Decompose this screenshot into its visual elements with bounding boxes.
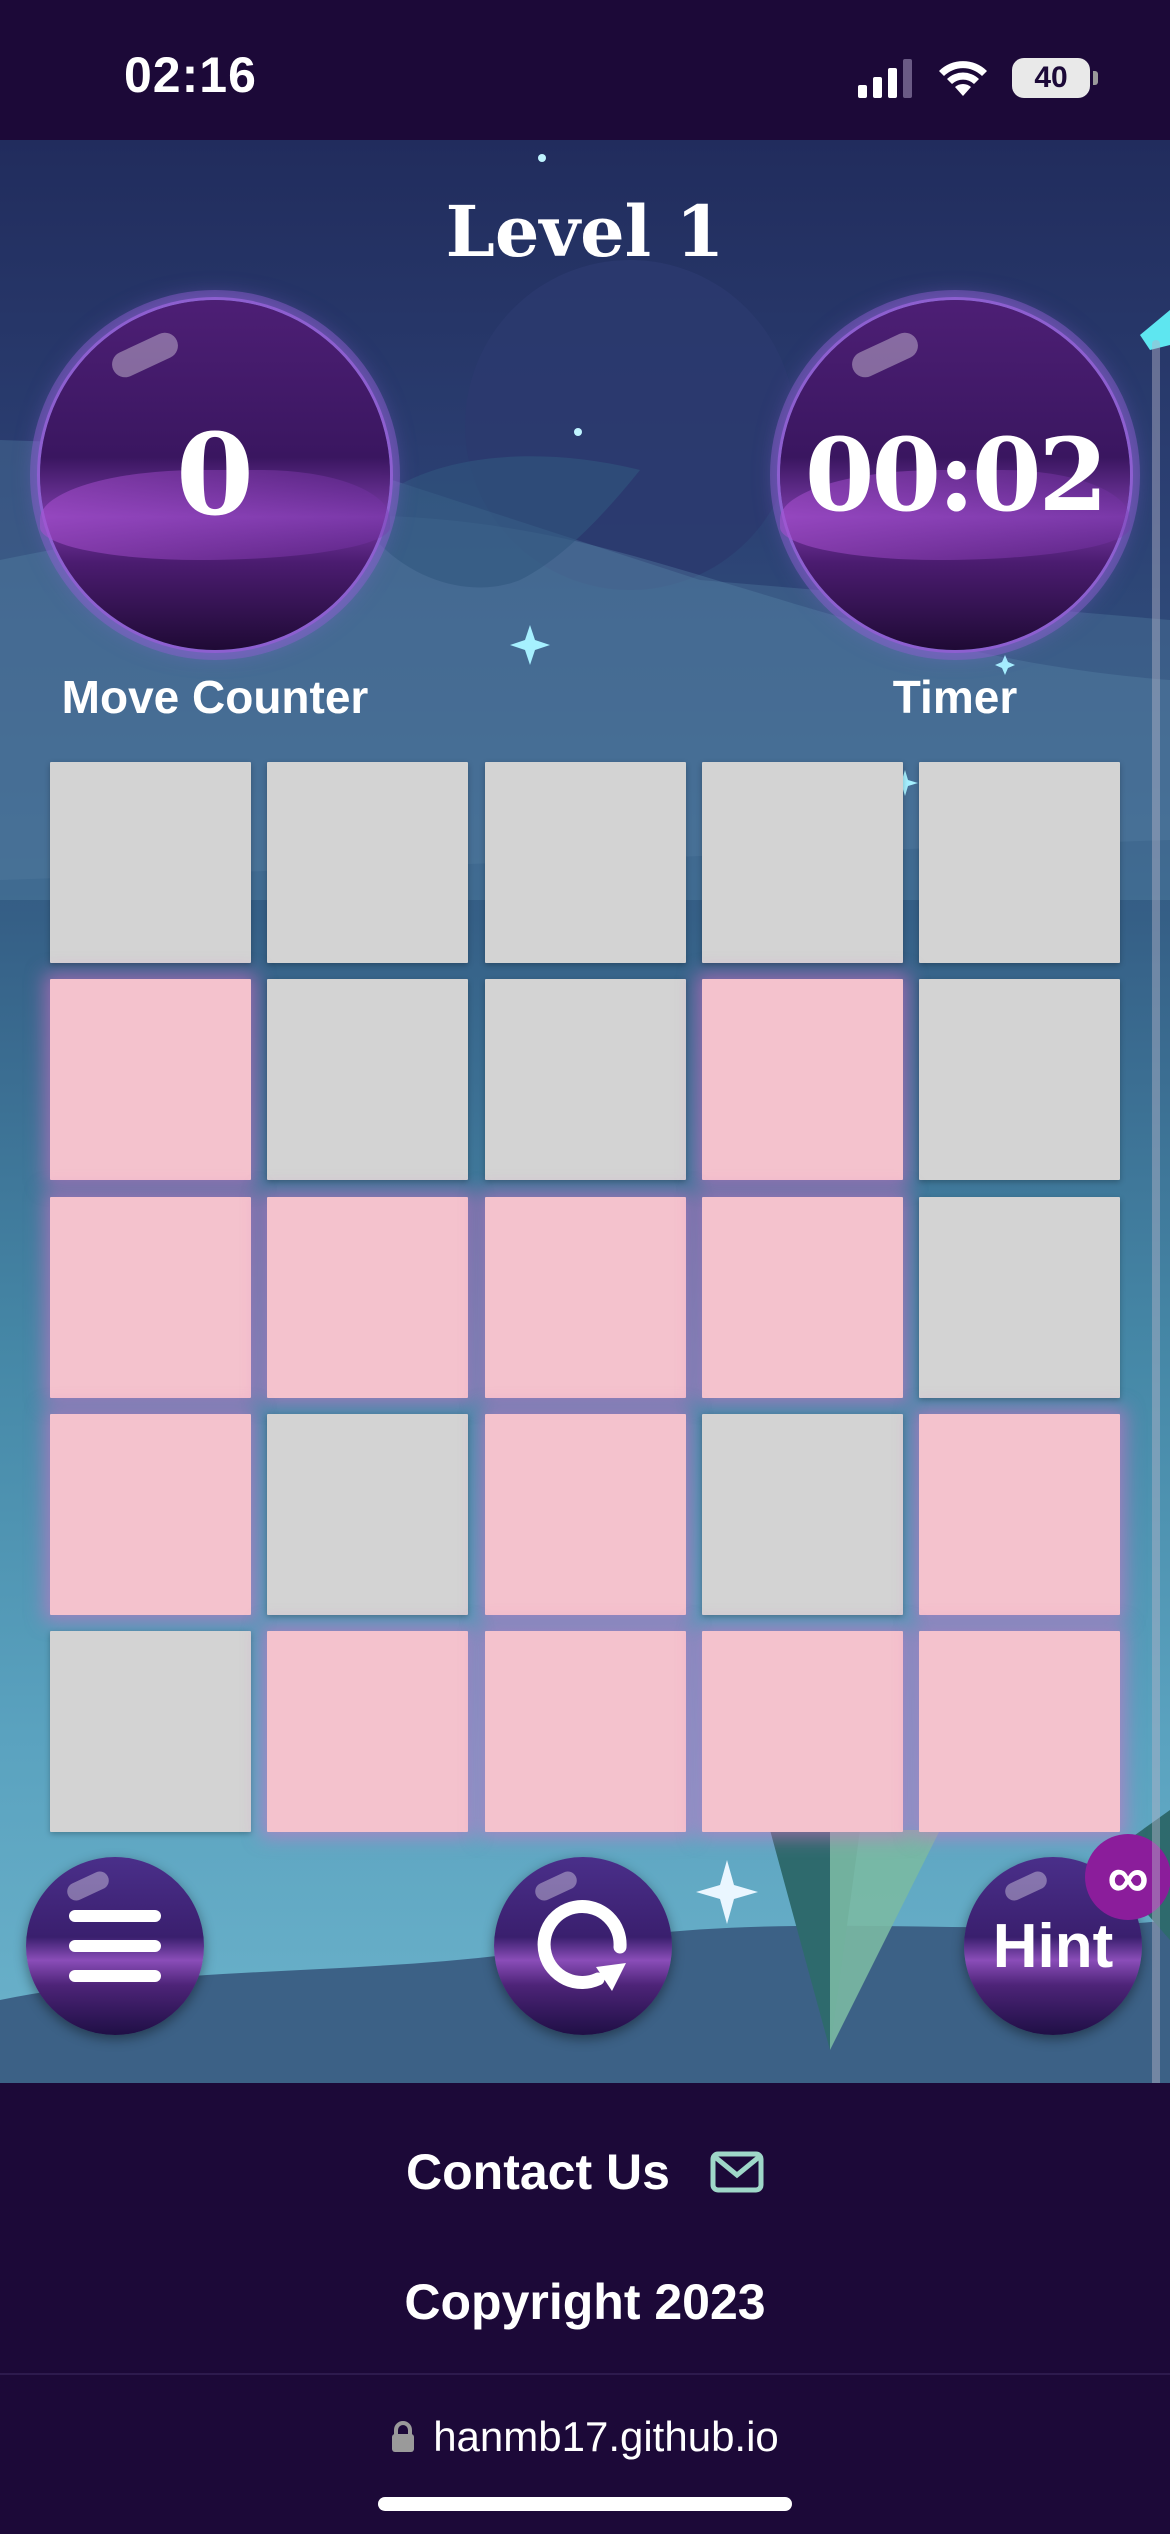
board-tile-r2-c4[interactable] — [701, 979, 903, 1181]
board-tile-r2-c3[interactable] — [484, 979, 686, 1181]
board-tile-r2-c5[interactable] — [919, 979, 1120, 1181]
board-tile-r5-c3[interactable] — [484, 1631, 686, 1832]
move-counter-orb: 0 — [40, 300, 390, 650]
game-area: Level 1 0 Move Counter 00:02 Timer Hint — [0, 140, 1170, 2083]
restart-button[interactable] — [494, 1857, 672, 2035]
restart-icon — [537, 1900, 627, 1991]
status-bar: 02:16 40 — [0, 0, 1170, 140]
board-tile-r2-c1[interactable] — [50, 979, 251, 1181]
board-tile-r1-c5[interactable] — [919, 762, 1120, 963]
board-tile-r3-c5[interactable] — [919, 1196, 1120, 1398]
home-indicator[interactable] — [378, 2497, 792, 2511]
board-tile-r1-c3[interactable] — [484, 762, 686, 963]
board-tile-r3-c1[interactable] — [50, 1196, 251, 1398]
status-time: 02:16 — [124, 47, 257, 103]
board-tile-r1-c1[interactable] — [50, 762, 251, 963]
url-content[interactable]: hanmb17.github.io — [0, 2413, 1170, 2461]
level-title: Level 1 — [445, 190, 725, 273]
battery-icon: 40 — [1012, 58, 1098, 98]
board-tile-r5-c4[interactable] — [701, 1631, 903, 1832]
board-tile-r4-c4[interactable] — [701, 1413, 903, 1615]
url-text[interactable]: hanmb17.github.io — [433, 2413, 779, 2461]
board-tile-r3-c4[interactable] — [701, 1196, 903, 1398]
board-tile-r3-c2[interactable] — [267, 1196, 469, 1398]
board-tile-r1-c2[interactable] — [267, 762, 469, 963]
move-counter-value: 0 — [176, 409, 254, 541]
board-tile-r5-c5[interactable] — [919, 1631, 1120, 1832]
board-tile-r4-c5[interactable] — [919, 1413, 1120, 1615]
hamburger-menu-icon — [69, 1910, 161, 1982]
board-tile-r5-c2[interactable] — [267, 1631, 469, 1832]
board-tile-r3-c3[interactable] — [484, 1196, 686, 1398]
envelope-icon[interactable] — [710, 2151, 764, 2193]
status-icons: 40 — [858, 56, 1098, 100]
contact-us-label: Contact Us — [406, 2144, 670, 2200]
browser-url-bar[interactable]: hanmb17.github.io — [0, 2373, 1170, 2534]
signal-icon — [858, 59, 912, 98]
board-tile-r5-c1[interactable] — [50, 1631, 251, 1832]
board-tile-r4-c2[interactable] — [267, 1413, 469, 1615]
footer: Contact Us Copyright 2023 — [0, 2083, 1170, 2373]
game-board — [50, 762, 1120, 1832]
board-tile-r2-c2[interactable] — [267, 979, 469, 1181]
timer-orb: 00:02 — [780, 300, 1130, 650]
scrollbar[interactable] — [1152, 340, 1160, 2240]
board-tile-r1-c4[interactable] — [701, 762, 903, 963]
timer-value: 00:02 — [804, 416, 1108, 534]
move-counter-label: Move Counter — [61, 671, 369, 723]
timer-label: Timer — [892, 671, 1018, 723]
copyright-text: Copyright 2023 — [404, 2274, 766, 2330]
contact-us-link[interactable]: Contact Us — [0, 2143, 1170, 2201]
board-tile-r4-c1[interactable] — [50, 1413, 251, 1615]
lock-icon — [392, 2421, 415, 2452]
menu-button[interactable] — [26, 1857, 204, 2035]
hint-label: Hint — [992, 1911, 1114, 1981]
board-tile-r4-c3[interactable] — [484, 1413, 686, 1615]
wifi-icon — [939, 61, 987, 96]
